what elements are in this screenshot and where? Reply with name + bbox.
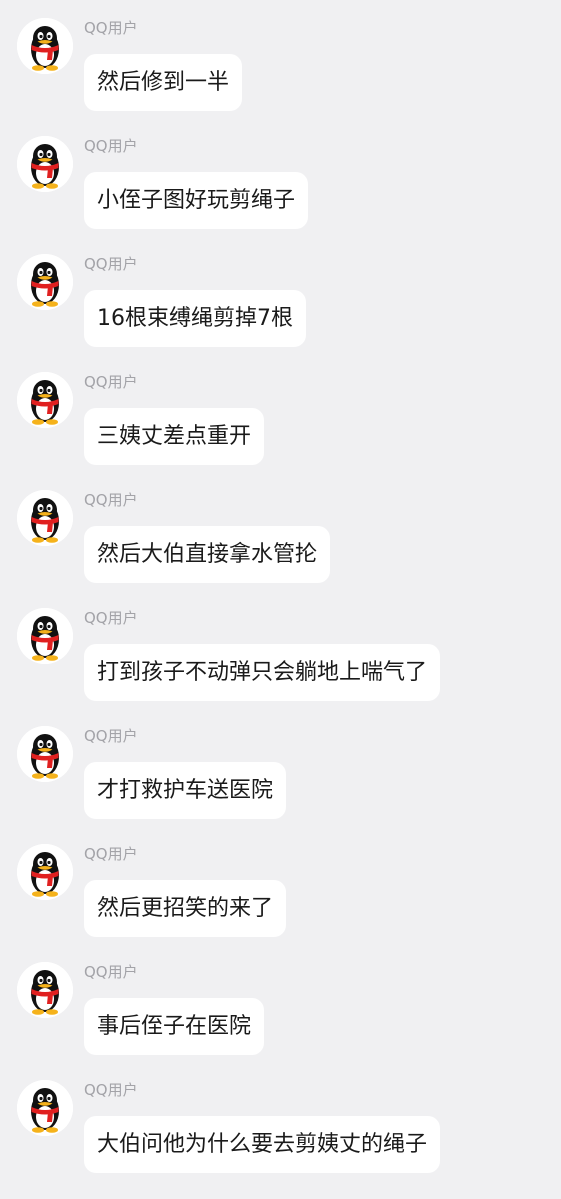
qq-penguin-icon xyxy=(17,844,73,900)
avatar[interactable] xyxy=(17,962,73,1018)
avatar[interactable] xyxy=(17,726,73,782)
chat-message: QQ用户 事后侄子在医院 xyxy=(0,944,561,1062)
sender-name: QQ用户 xyxy=(84,963,138,981)
sender-name: QQ用户 xyxy=(84,255,138,273)
avatar[interactable] xyxy=(17,608,73,664)
sender-name: QQ用户 xyxy=(84,609,138,627)
sender-name: QQ用户 xyxy=(84,491,138,509)
avatar[interactable] xyxy=(17,372,73,428)
sender-name: QQ用户 xyxy=(84,727,138,745)
qq-penguin-icon xyxy=(17,726,73,782)
qq-penguin-icon xyxy=(17,254,73,310)
message-bubble[interactable]: 大伯问他为什么要去剪姨丈的绳子 xyxy=(84,1116,441,1173)
sender-name: QQ用户 xyxy=(84,373,138,391)
chat-message: QQ用户 16根束缚绳剪掉7根 xyxy=(0,236,561,354)
qq-penguin-icon xyxy=(17,608,73,664)
chat-message: QQ用户 小侄子图好玩剪绳子 xyxy=(0,118,561,236)
chat-message: QQ用户 打到孩子不动弹只会躺地上喘气了 xyxy=(0,590,561,708)
message-bubble[interactable]: 然后更招笑的来了 xyxy=(84,880,287,937)
sender-name: QQ用户 xyxy=(84,845,138,863)
qq-penguin-icon xyxy=(17,1080,73,1136)
qq-penguin-icon xyxy=(17,490,73,546)
sender-name: QQ用户 xyxy=(84,1081,138,1099)
message-bubble[interactable]: 16根束缚绳剪掉7根 xyxy=(84,290,306,347)
avatar[interactable] xyxy=(17,136,73,192)
avatar[interactable] xyxy=(17,844,73,900)
sender-name: QQ用户 xyxy=(84,19,138,37)
qq-penguin-icon xyxy=(17,18,73,74)
message-bubble[interactable]: 才打救护车送医院 xyxy=(84,762,287,819)
chat-message-list[interactable]: QQ用户 然后修到一半 QQ用户 小侄子图好玩剪绳子 QQ用户 16根束缚绳剪掉… xyxy=(0,0,561,1199)
chat-message: QQ用户 然后更招笑的来了 xyxy=(0,826,561,944)
chat-message: QQ用户 大伯问他为什么要去剪姨丈的绳子 xyxy=(0,1062,561,1180)
qq-penguin-icon xyxy=(17,136,73,192)
chat-message: QQ用户 然后修到一半 xyxy=(0,0,561,118)
chat-message: QQ用户 然后大伯直接拿水管抡 xyxy=(0,472,561,590)
message-bubble[interactable]: 打到孩子不动弹只会躺地上喘气了 xyxy=(84,644,441,701)
qq-penguin-icon xyxy=(17,372,73,428)
avatar[interactable] xyxy=(17,490,73,546)
message-bubble[interactable]: 三姨丈差点重开 xyxy=(84,408,265,465)
avatar[interactable] xyxy=(17,254,73,310)
message-bubble[interactable]: 然后修到一半 xyxy=(84,54,243,111)
avatar[interactable] xyxy=(17,1080,73,1136)
qq-penguin-icon xyxy=(17,962,73,1018)
message-bubble[interactable]: 事后侄子在医院 xyxy=(84,998,265,1055)
chat-message: QQ用户 才打救护车送医院 xyxy=(0,708,561,826)
message-bubble[interactable]: 小侄子图好玩剪绳子 xyxy=(84,172,309,229)
message-bubble[interactable]: 然后大伯直接拿水管抡 xyxy=(84,526,331,583)
sender-name: QQ用户 xyxy=(84,137,138,155)
chat-message: QQ用户 三姨丈差点重开 xyxy=(0,354,561,472)
avatar[interactable] xyxy=(17,18,73,74)
